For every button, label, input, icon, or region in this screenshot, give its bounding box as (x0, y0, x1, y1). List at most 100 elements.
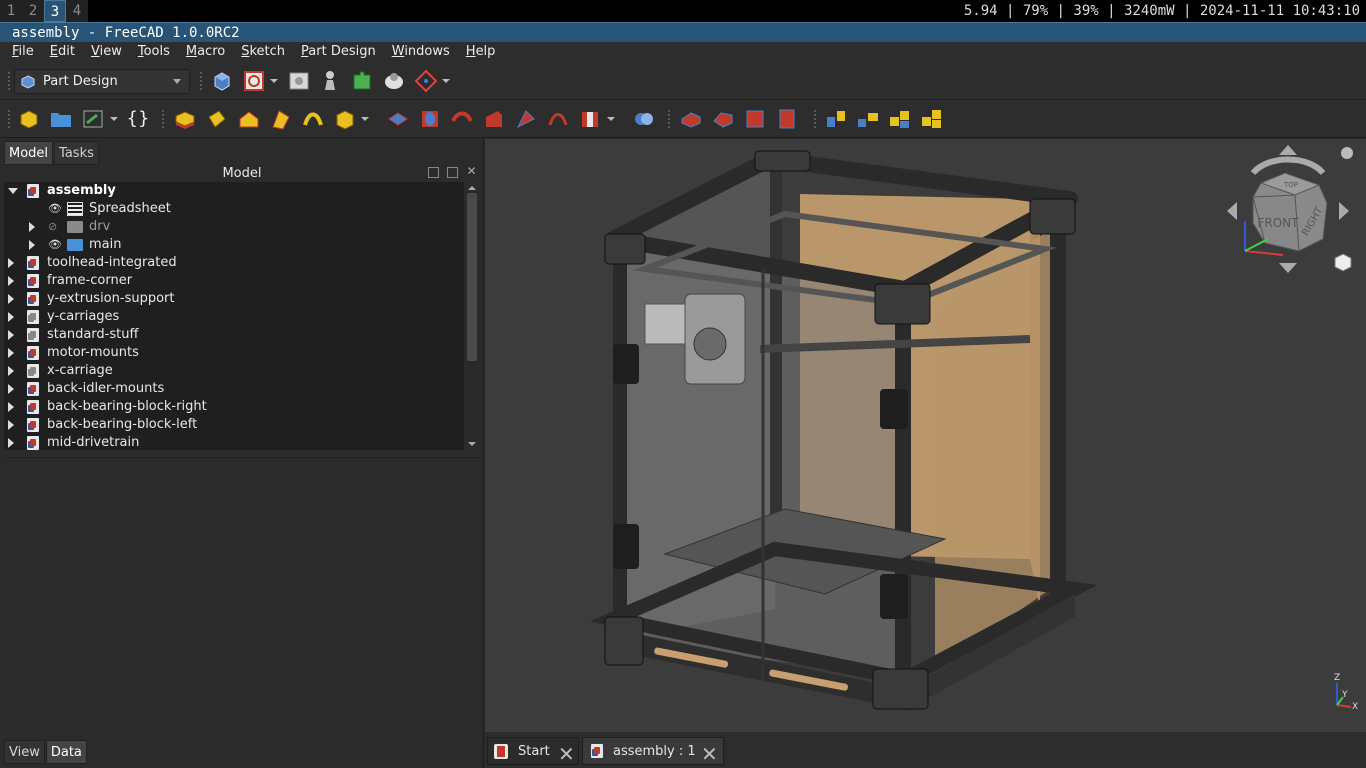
toolbar-grip[interactable] (8, 72, 12, 90)
tree-item-document[interactable]: toolhead-integrated (4, 254, 464, 272)
toolbar-grip[interactable] (668, 110, 672, 128)
arrow-left-icon[interactable] (1227, 202, 1237, 220)
workspace-4[interactable]: 4 (66, 0, 88, 22)
expand-arrow-icon[interactable] (8, 438, 14, 448)
scroll-down-icon[interactable] (468, 442, 476, 446)
subtractive-loft-icon[interactable] (482, 107, 506, 131)
subtractive-pipe-icon[interactable] (514, 107, 538, 131)
folder-icon[interactable] (49, 107, 73, 131)
arrow-down-icon[interactable] (1279, 263, 1297, 273)
new-body-icon[interactable] (17, 107, 41, 131)
tree-item-main[interactable]: 👁 main (4, 236, 464, 254)
tab-data[interactable]: Data (45, 740, 87, 764)
doc-tab-start[interactable]: Start ✕ (487, 737, 579, 768)
minimize-icon[interactable] (428, 167, 439, 178)
3d-viewport[interactable]: FRONT RIGHT TOP Z Y X (485, 139, 1366, 732)
hole-icon[interactable] (418, 107, 442, 131)
tree-item-document[interactable]: back-bearing-block-left (4, 416, 464, 434)
float-icon[interactable] (447, 167, 458, 178)
expand-arrow-icon[interactable] (8, 312, 14, 322)
workspace-1[interactable]: 1 (0, 0, 22, 22)
expand-arrow-icon[interactable] (29, 240, 35, 250)
workspace-3[interactable]: 3 (44, 0, 66, 22)
tree-scrollbar[interactable] (466, 185, 478, 447)
expand-arrow-icon[interactable] (8, 188, 18, 194)
navigation-cube[interactable]: FRONT RIGHT TOP (1223, 143, 1353, 278)
mirrored-icon[interactable] (824, 107, 848, 131)
subtractive-primitive-icon[interactable] (578, 107, 602, 131)
menu-tools[interactable]: Tools (130, 42, 178, 62)
additive-primitive-icon[interactable] (333, 107, 357, 131)
scroll-up-icon[interactable] (468, 186, 476, 190)
additive-helix-icon[interactable] (301, 107, 325, 131)
expand-arrow-icon[interactable] (8, 294, 14, 304)
linear-pattern-icon[interactable] (856, 107, 880, 131)
toolbar-grip[interactable] (200, 72, 204, 90)
thickness-icon[interactable] (775, 107, 799, 131)
menu-macro[interactable]: Macro (178, 42, 233, 62)
groove-icon[interactable] (450, 107, 474, 131)
pawn-icon[interactable] (318, 69, 342, 93)
tree-item-document[interactable]: y-carriages (4, 308, 464, 326)
chamfer-icon[interactable] (711, 107, 735, 131)
addon-puzzle-icon[interactable] (350, 69, 374, 93)
chevron-down-icon[interactable] (361, 117, 369, 121)
create-body-icon[interactable] (210, 69, 234, 93)
hidden-eye-icon[interactable]: ⊘ (48, 221, 60, 233)
expand-arrow-icon[interactable] (8, 402, 14, 412)
chevron-down-icon[interactable] (270, 79, 278, 83)
tree-item-document[interactable]: mid-drivetrain (4, 434, 464, 450)
draft-icon[interactable] (743, 107, 767, 131)
create-part-icon[interactable] (242, 69, 266, 93)
visibility-eye-icon[interactable]: 👁 (48, 239, 62, 251)
multi-transform-icon[interactable] (920, 107, 944, 131)
subtractive-helix-icon[interactable] (546, 107, 570, 131)
clone-icon[interactable] (287, 69, 311, 93)
shape-binder-icon[interactable] (81, 107, 105, 131)
tab-model[interactable]: Model (4, 141, 54, 165)
chevron-down-icon[interactable] (607, 117, 615, 121)
toolbar-grip[interactable] (8, 110, 12, 128)
expand-arrow-icon[interactable] (8, 258, 14, 268)
tab-tasks[interactable]: Tasks (54, 141, 99, 165)
tree-item-drv[interactable]: ⊘ drv (4, 218, 464, 236)
chevron-down-icon[interactable] (442, 79, 450, 83)
expand-arrow-icon[interactable] (8, 384, 14, 394)
isometric-view-icon[interactable] (1334, 253, 1352, 272)
scroll-thumb[interactable] (467, 193, 477, 361)
arrow-right-icon[interactable] (1339, 202, 1349, 220)
additive-loft-icon[interactable] (237, 107, 261, 131)
menu-help[interactable]: Help (458, 42, 504, 62)
expand-arrow-icon[interactable] (8, 366, 14, 376)
close-icon[interactable]: ✕ (466, 165, 477, 178)
close-tab-icon[interactable]: ✕ (701, 740, 718, 768)
toolbar-grip[interactable] (814, 110, 818, 128)
tree-item-document[interactable]: frame-corner (4, 272, 464, 290)
workbench-selector[interactable]: Part Design (14, 69, 190, 94)
tree-item-document[interactable]: back-idler-mounts (4, 380, 464, 398)
tree-item-document[interactable]: motor-mounts (4, 344, 464, 362)
braces-icon[interactable]: {} (126, 107, 150, 131)
menu-file[interactable]: File (4, 42, 42, 62)
tree-item-document[interactable]: standard-stuff (4, 326, 464, 344)
sketch-diamond-icon[interactable] (414, 69, 438, 93)
close-tab-icon[interactable]: ✕ (558, 740, 575, 768)
view-menu-icon[interactable] (1341, 147, 1353, 159)
polar-pattern-icon[interactable] (888, 107, 912, 131)
expand-arrow-icon[interactable] (8, 276, 14, 286)
menu-sketch[interactable]: Sketch (233, 42, 293, 62)
revolution-icon[interactable] (205, 107, 229, 131)
expand-arrow-icon[interactable] (8, 330, 14, 340)
additive-pipe-icon[interactable] (269, 107, 293, 131)
tree-item-document[interactable]: x-carriage (4, 362, 464, 380)
expand-arrow-icon[interactable] (29, 222, 35, 232)
menu-part-design[interactable]: Part Design (293, 42, 384, 62)
doc-tab-assembly[interactable]: assembly : 1 ✕ (582, 737, 724, 768)
tab-view[interactable]: View (4, 740, 45, 764)
menu-view[interactable]: View (83, 42, 130, 62)
pad-icon[interactable] (173, 107, 197, 131)
menu-edit[interactable]: Edit (42, 42, 83, 62)
rotate-arc-icon[interactable] (1250, 156, 1326, 176)
tree-item-document[interactable]: y-extrusion-support (4, 290, 464, 308)
pocket-icon[interactable] (386, 107, 410, 131)
